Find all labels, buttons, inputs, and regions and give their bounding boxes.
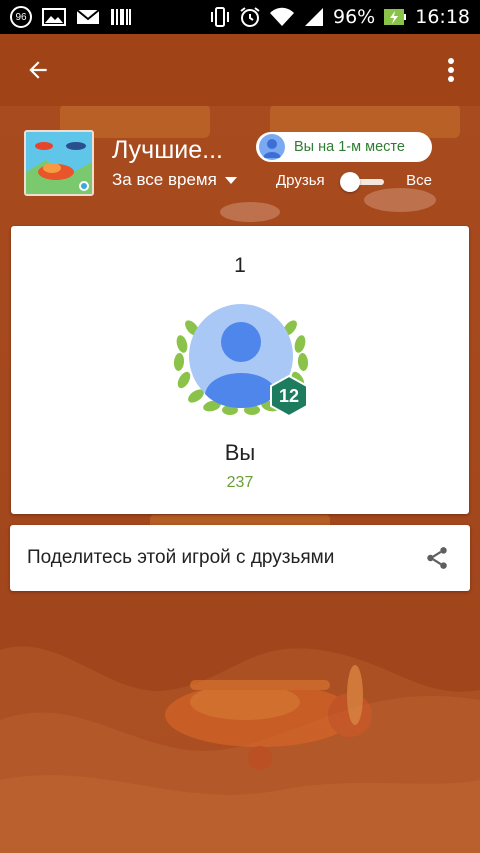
avatar bbox=[259, 134, 285, 160]
game-icon bbox=[24, 130, 94, 196]
mail-icon bbox=[76, 9, 100, 24]
back-button[interactable] bbox=[22, 54, 54, 86]
notification-count-badge: 96 bbox=[10, 6, 32, 28]
more-options-button[interactable] bbox=[436, 52, 466, 88]
time-range-label: За все время bbox=[112, 170, 217, 189]
battery-charging-icon bbox=[384, 9, 407, 25]
game-title: Лучшие... bbox=[112, 136, 223, 164]
alarm-icon bbox=[240, 7, 260, 27]
leaderboard-card: 1 12 Вы 237 bbox=[11, 226, 469, 514]
signal-icon bbox=[305, 8, 323, 26]
player-score: 237 bbox=[226, 474, 254, 491]
more-vert-icon bbox=[448, 58, 454, 82]
battery-percent: 96% bbox=[333, 6, 376, 28]
status-bar: 96 96% 16:18 bbox=[0, 0, 480, 34]
clock: 16:18 bbox=[415, 6, 470, 28]
toggle-friends-label: Друзья bbox=[276, 172, 325, 189]
rank-number: 1 bbox=[234, 254, 246, 277]
player-avatar-wreath[interactable]: 12 bbox=[170, 298, 312, 418]
dropdown-arrow-icon bbox=[224, 176, 237, 184]
level-number: 12 bbox=[278, 386, 300, 406]
toggle-all-label: Все bbox=[406, 172, 432, 189]
share-label: Поделитесь этой игрой с друзьями bbox=[27, 547, 335, 568]
friends-all-toggle-row: Друзья Все bbox=[276, 170, 436, 194]
my-rank-chip[interactable]: Вы на 1-м месте bbox=[256, 132, 432, 162]
gallery-icon bbox=[42, 8, 66, 26]
vibrate-icon bbox=[211, 7, 229, 27]
switch-thumb[interactable] bbox=[340, 172, 360, 192]
my-rank-label: Вы на 1-м месте bbox=[294, 139, 405, 155]
barcode-icon bbox=[111, 9, 131, 25]
arrow-back-icon bbox=[29, 61, 47, 79]
time-range-dropdown[interactable]: За все время bbox=[112, 170, 237, 190]
share-icon[interactable] bbox=[424, 545, 450, 571]
wifi-icon bbox=[270, 7, 294, 26]
app-toolbar bbox=[0, 34, 480, 106]
share-game-row[interactable]: Поделитесь этой игрой с друзьями bbox=[10, 525, 470, 591]
player-name: Вы bbox=[224, 440, 256, 465]
